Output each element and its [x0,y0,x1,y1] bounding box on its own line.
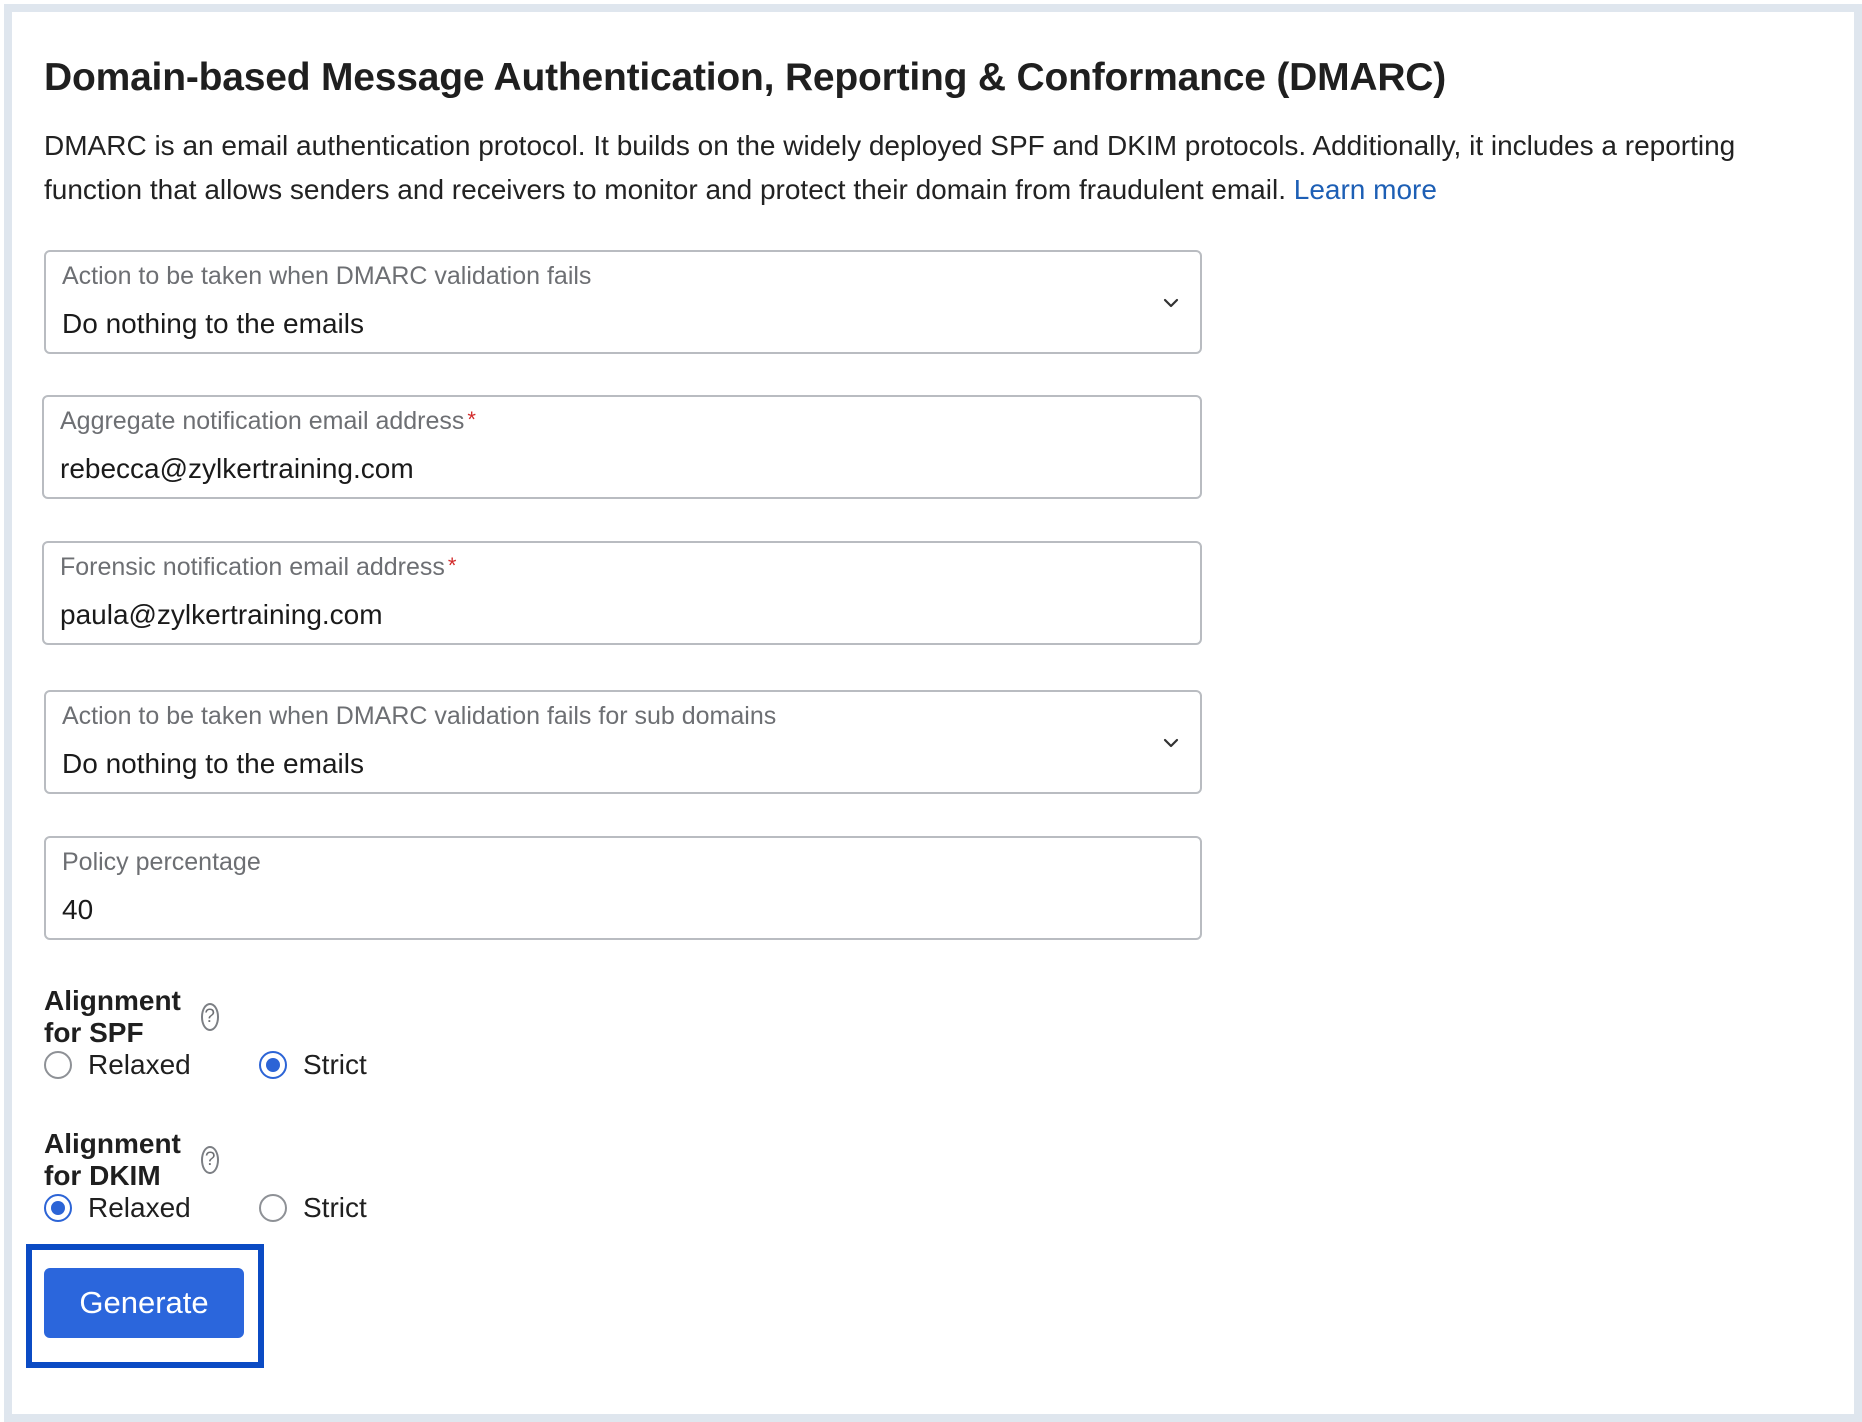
subdomain-action-label: Action to be taken when DMARC validation… [62,702,777,730]
forensic-email-label-text: Forensic notification email address [60,553,445,581]
spf-relaxed-radio[interactable]: Relaxed [44,1049,191,1081]
chevron-down-icon[interactable] [1160,292,1182,314]
spf-alignment-options: Relaxed Strict [44,1049,367,1081]
subdomain-action-dropdown[interactable]: Action to be taken when DMARC validation… [44,690,1202,794]
chevron-down-icon[interactable] [1160,732,1182,754]
aggregate-email-value: rebecca@zylkertraining.com [60,453,414,484]
spf-relaxed-label: Relaxed [88,1049,191,1080]
action-dropdown-value: Do nothing to the emails [62,308,364,339]
action-dropdown[interactable]: Action to be taken when DMARC validation… [44,250,1202,354]
radio-circle[interactable] [259,1051,287,1079]
policy-percentage-label: Policy percentage [62,848,261,876]
dmarc-content: Domain-based Message Authentication, Rep… [44,52,1814,212]
required-mark: * [447,553,457,578]
aggregate-email-label-text: Aggregate notification email address [60,407,465,435]
dkim-alignment-title-text: Alignment for DKIM [44,1128,181,1191]
spf-strict-radio[interactable]: Strict [259,1049,367,1081]
learn-more-link[interactable]: Learn more [1294,174,1437,205]
radio-circle[interactable] [44,1051,72,1079]
dkim-strict-label: Strict [303,1192,367,1223]
action-dropdown-label: Action to be taken when DMARC validation… [62,262,592,290]
forensic-email-label: Forensic notification email address * [60,553,456,582]
required-mark: * [467,407,476,432]
help-icon[interactable]: ? [201,1146,219,1174]
radio-circle[interactable] [259,1194,287,1222]
radio-circle[interactable] [44,1194,72,1222]
aggregate-email-field[interactable]: Aggregate notification email address * re… [42,395,1202,499]
dkim-relaxed-label: Relaxed [88,1192,191,1223]
dkim-strict-radio[interactable]: Strict [259,1192,367,1224]
dkim-alignment-options: Relaxed Strict [44,1192,367,1224]
page-title: Domain-based Message Authentication, Rep… [44,56,1447,99]
aggregate-email-label: Aggregate notification email address * [60,407,476,436]
description-text: DMARC is an email authentication protoco… [44,130,1736,205]
policy-percentage-field[interactable]: Policy percentage 40 [44,836,1202,940]
page-description: DMARC is an email authentication protoco… [44,124,1814,212]
generate-button[interactable]: Generate [44,1268,244,1338]
subdomain-action-value: Do nothing to the emails [62,748,364,779]
dkim-relaxed-radio[interactable]: Relaxed [44,1192,191,1224]
spf-strict-label: Strict [303,1049,367,1080]
dkim-alignment-title: Alignment for DKIM ? [44,1128,219,1192]
forensic-email-value: paula@zylkertraining.com [60,599,383,630]
help-icon[interactable]: ? [200,1003,219,1031]
policy-percentage-value: 40 [62,894,94,925]
spf-alignment-title-text: Alignment for SPF [44,985,181,1048]
forensic-email-field[interactable]: Forensic notification email address * pau… [42,541,1202,645]
spf-alignment-title: Alignment for SPF ? [44,985,219,1049]
